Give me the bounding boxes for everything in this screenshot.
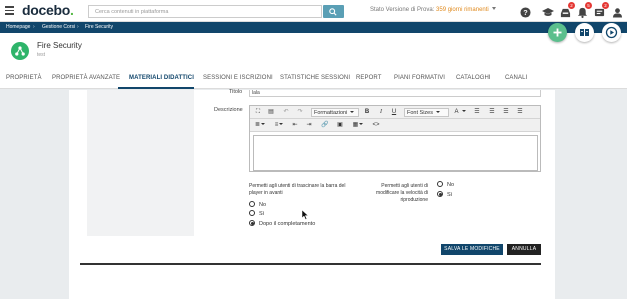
tab-report[interactable]: REPORT bbox=[356, 75, 382, 81]
breadcrumb-separator: › bbox=[33, 23, 35, 30]
radio-button-checked[interactable] bbox=[249, 220, 255, 226]
table-icon[interactable]: ▦ bbox=[352, 121, 364, 130]
indent-icon[interactable]: ⇥ bbox=[305, 121, 313, 130]
seek-option-si[interactable]: Sì bbox=[249, 210, 264, 218]
seek-option-no[interactable]: No bbox=[249, 201, 266, 209]
thumbnail-placeholder bbox=[87, 90, 194, 236]
editor-toolbar-row-2: ≣ ≡ ⇤ ⇥ 🔗 ▣ ▦ <> bbox=[250, 119, 540, 132]
share-icon bbox=[11, 42, 29, 60]
course-header bbox=[0, 33, 627, 67]
description-label: Descrizione bbox=[214, 107, 243, 113]
add-button[interactable] bbox=[548, 23, 567, 42]
title-label: Titolo bbox=[229, 89, 243, 95]
search-input[interactable]: Cerca contenuti in piattaforma bbox=[88, 5, 322, 18]
tab-materiali-didattici[interactable]: MATERIALI DIDATTICI bbox=[129, 75, 194, 81]
numbered-list-icon[interactable]: ≡ bbox=[273, 121, 285, 130]
link-icon[interactable]: 🔗 bbox=[321, 121, 329, 130]
inbox-badge: 2 bbox=[568, 2, 575, 9]
graduation-cap-icon[interactable] bbox=[542, 5, 554, 17]
breadcrumb: Homepage › Gestione Corsi › Fire Securit… bbox=[0, 22, 627, 33]
image-icon[interactable]: ▣ bbox=[336, 121, 344, 130]
breadcrumb-fire-security: Fire Security bbox=[85, 24, 114, 30]
font-size-select[interactable]: Font Sizes bbox=[404, 108, 449, 117]
format-select[interactable]: Formattazioni bbox=[311, 108, 359, 117]
chevron-down-icon bbox=[491, 7, 496, 10]
notification-badge: 5 bbox=[585, 2, 592, 9]
active-tab-indicator bbox=[118, 87, 194, 89]
paste-icon[interactable]: ▤ bbox=[267, 108, 275, 117]
tab-canali[interactable]: CANALI bbox=[505, 75, 527, 81]
play-button[interactable] bbox=[602, 23, 621, 42]
rich-text-editor: ⛶ ▤ ↶ ↷ Formattazioni B I U Font Sizes A… bbox=[249, 105, 541, 172]
svg-text:?: ? bbox=[523, 8, 528, 17]
bold-button[interactable]: B bbox=[363, 108, 371, 117]
play-icon bbox=[605, 26, 618, 39]
radio-button[interactable] bbox=[249, 201, 255, 207]
description-textarea[interactable] bbox=[253, 135, 538, 171]
redo-icon[interactable]: ↷ bbox=[296, 108, 304, 117]
outdent-icon[interactable]: ⇤ bbox=[291, 121, 299, 130]
fullscreen-icon[interactable]: ⛶ bbox=[254, 108, 262, 117]
tab-sessioni-e-iscrizioni[interactable]: SESSIONI E ISCRIZIONI bbox=[203, 75, 273, 81]
bullet-list-icon[interactable]: ≣ bbox=[254, 121, 266, 130]
speed-option-si[interactable]: Sì bbox=[437, 191, 452, 199]
code-icon[interactable]: <> bbox=[372, 121, 380, 130]
mouse-cursor-icon bbox=[302, 210, 309, 220]
breadcrumb-gestione-corsi[interactable]: Gestione Corsi bbox=[42, 24, 75, 30]
radio-button[interactable] bbox=[249, 210, 255, 216]
save-button[interactable]: SALVA LE MODIFICHE bbox=[441, 244, 503, 255]
seek-question: Permetti agli utenti di trascinare la ba… bbox=[249, 183, 346, 196]
italic-button[interactable]: I bbox=[377, 108, 385, 117]
speed-option-no[interactable]: No bbox=[437, 181, 454, 189]
align-right-icon[interactable]: ☰ bbox=[502, 108, 510, 117]
search-button[interactable] bbox=[323, 5, 344, 18]
hamburger-icon[interactable] bbox=[5, 6, 14, 15]
bell-icon[interactable]: 5 bbox=[577, 2, 592, 18]
trial-status[interactable]: Stato Versione di Prova: 359 giorni rima… bbox=[370, 7, 496, 13]
divider bbox=[80, 263, 541, 265]
text-color-button[interactable]: A bbox=[453, 108, 467, 117]
title-input[interactable]: lala bbox=[249, 90, 541, 97]
docebo-logo[interactable]: docebo. bbox=[22, 2, 74, 18]
breadcrumb-homepage[interactable]: Homepage bbox=[6, 24, 30, 30]
seek-option-dopo-completamento[interactable]: Dopo il completamento bbox=[249, 220, 315, 228]
help-icon[interactable]: ? bbox=[520, 5, 532, 18]
underline-button[interactable]: U bbox=[390, 108, 398, 117]
catalog-icon bbox=[580, 29, 589, 36]
course-subtitle: test bbox=[37, 52, 46, 58]
tab-cataloghi[interactable]: CATALOGHI bbox=[456, 75, 491, 81]
speed-question: Permetti agli utenti di modificare la ve… bbox=[376, 183, 428, 203]
plus-icon bbox=[553, 28, 562, 37]
cancel-button[interactable]: ANNULLA bbox=[507, 244, 541, 255]
align-justify-icon[interactable]: ☰ bbox=[516, 108, 524, 117]
undo-icon[interactable]: ↶ bbox=[282, 108, 290, 117]
alert-badge: 2 bbox=[602, 2, 609, 9]
radio-button-checked[interactable] bbox=[437, 191, 443, 197]
catalog-button[interactable] bbox=[575, 23, 594, 42]
tab-proprieta-avanzate[interactable]: PROPRIETÀ AVANZATE bbox=[52, 75, 120, 81]
tab-statistiche-sessioni[interactable]: STATISTICHE SESSIONI bbox=[280, 75, 350, 81]
alert-icon[interactable]: 2 bbox=[594, 2, 609, 17]
inbox-icon[interactable]: 2 bbox=[560, 2, 575, 18]
course-tabs: PROPRIETÀ PROPRIETÀ AVANZATE MATERIALI D… bbox=[0, 67, 627, 89]
course-title: Fire Security bbox=[37, 41, 82, 50]
tab-proprieta[interactable]: PROPRIETÀ bbox=[6, 75, 42, 81]
align-center-icon[interactable]: ☰ bbox=[488, 108, 496, 117]
editor-toolbar-row-1: ⛶ ▤ ↶ ↷ Formattazioni B I U Font Sizes A… bbox=[250, 106, 540, 119]
radio-button[interactable] bbox=[437, 181, 443, 187]
search-icon bbox=[329, 7, 337, 16]
tab-piani-formativi[interactable]: PIANI FORMATIVI bbox=[394, 75, 445, 81]
breadcrumb-separator: › bbox=[77, 23, 79, 30]
user-icon[interactable] bbox=[612, 5, 624, 18]
align-left-icon[interactable]: ☰ bbox=[473, 108, 481, 117]
top-bar: docebo. Cerca contenuti in piattaforma S… bbox=[0, 0, 627, 22]
